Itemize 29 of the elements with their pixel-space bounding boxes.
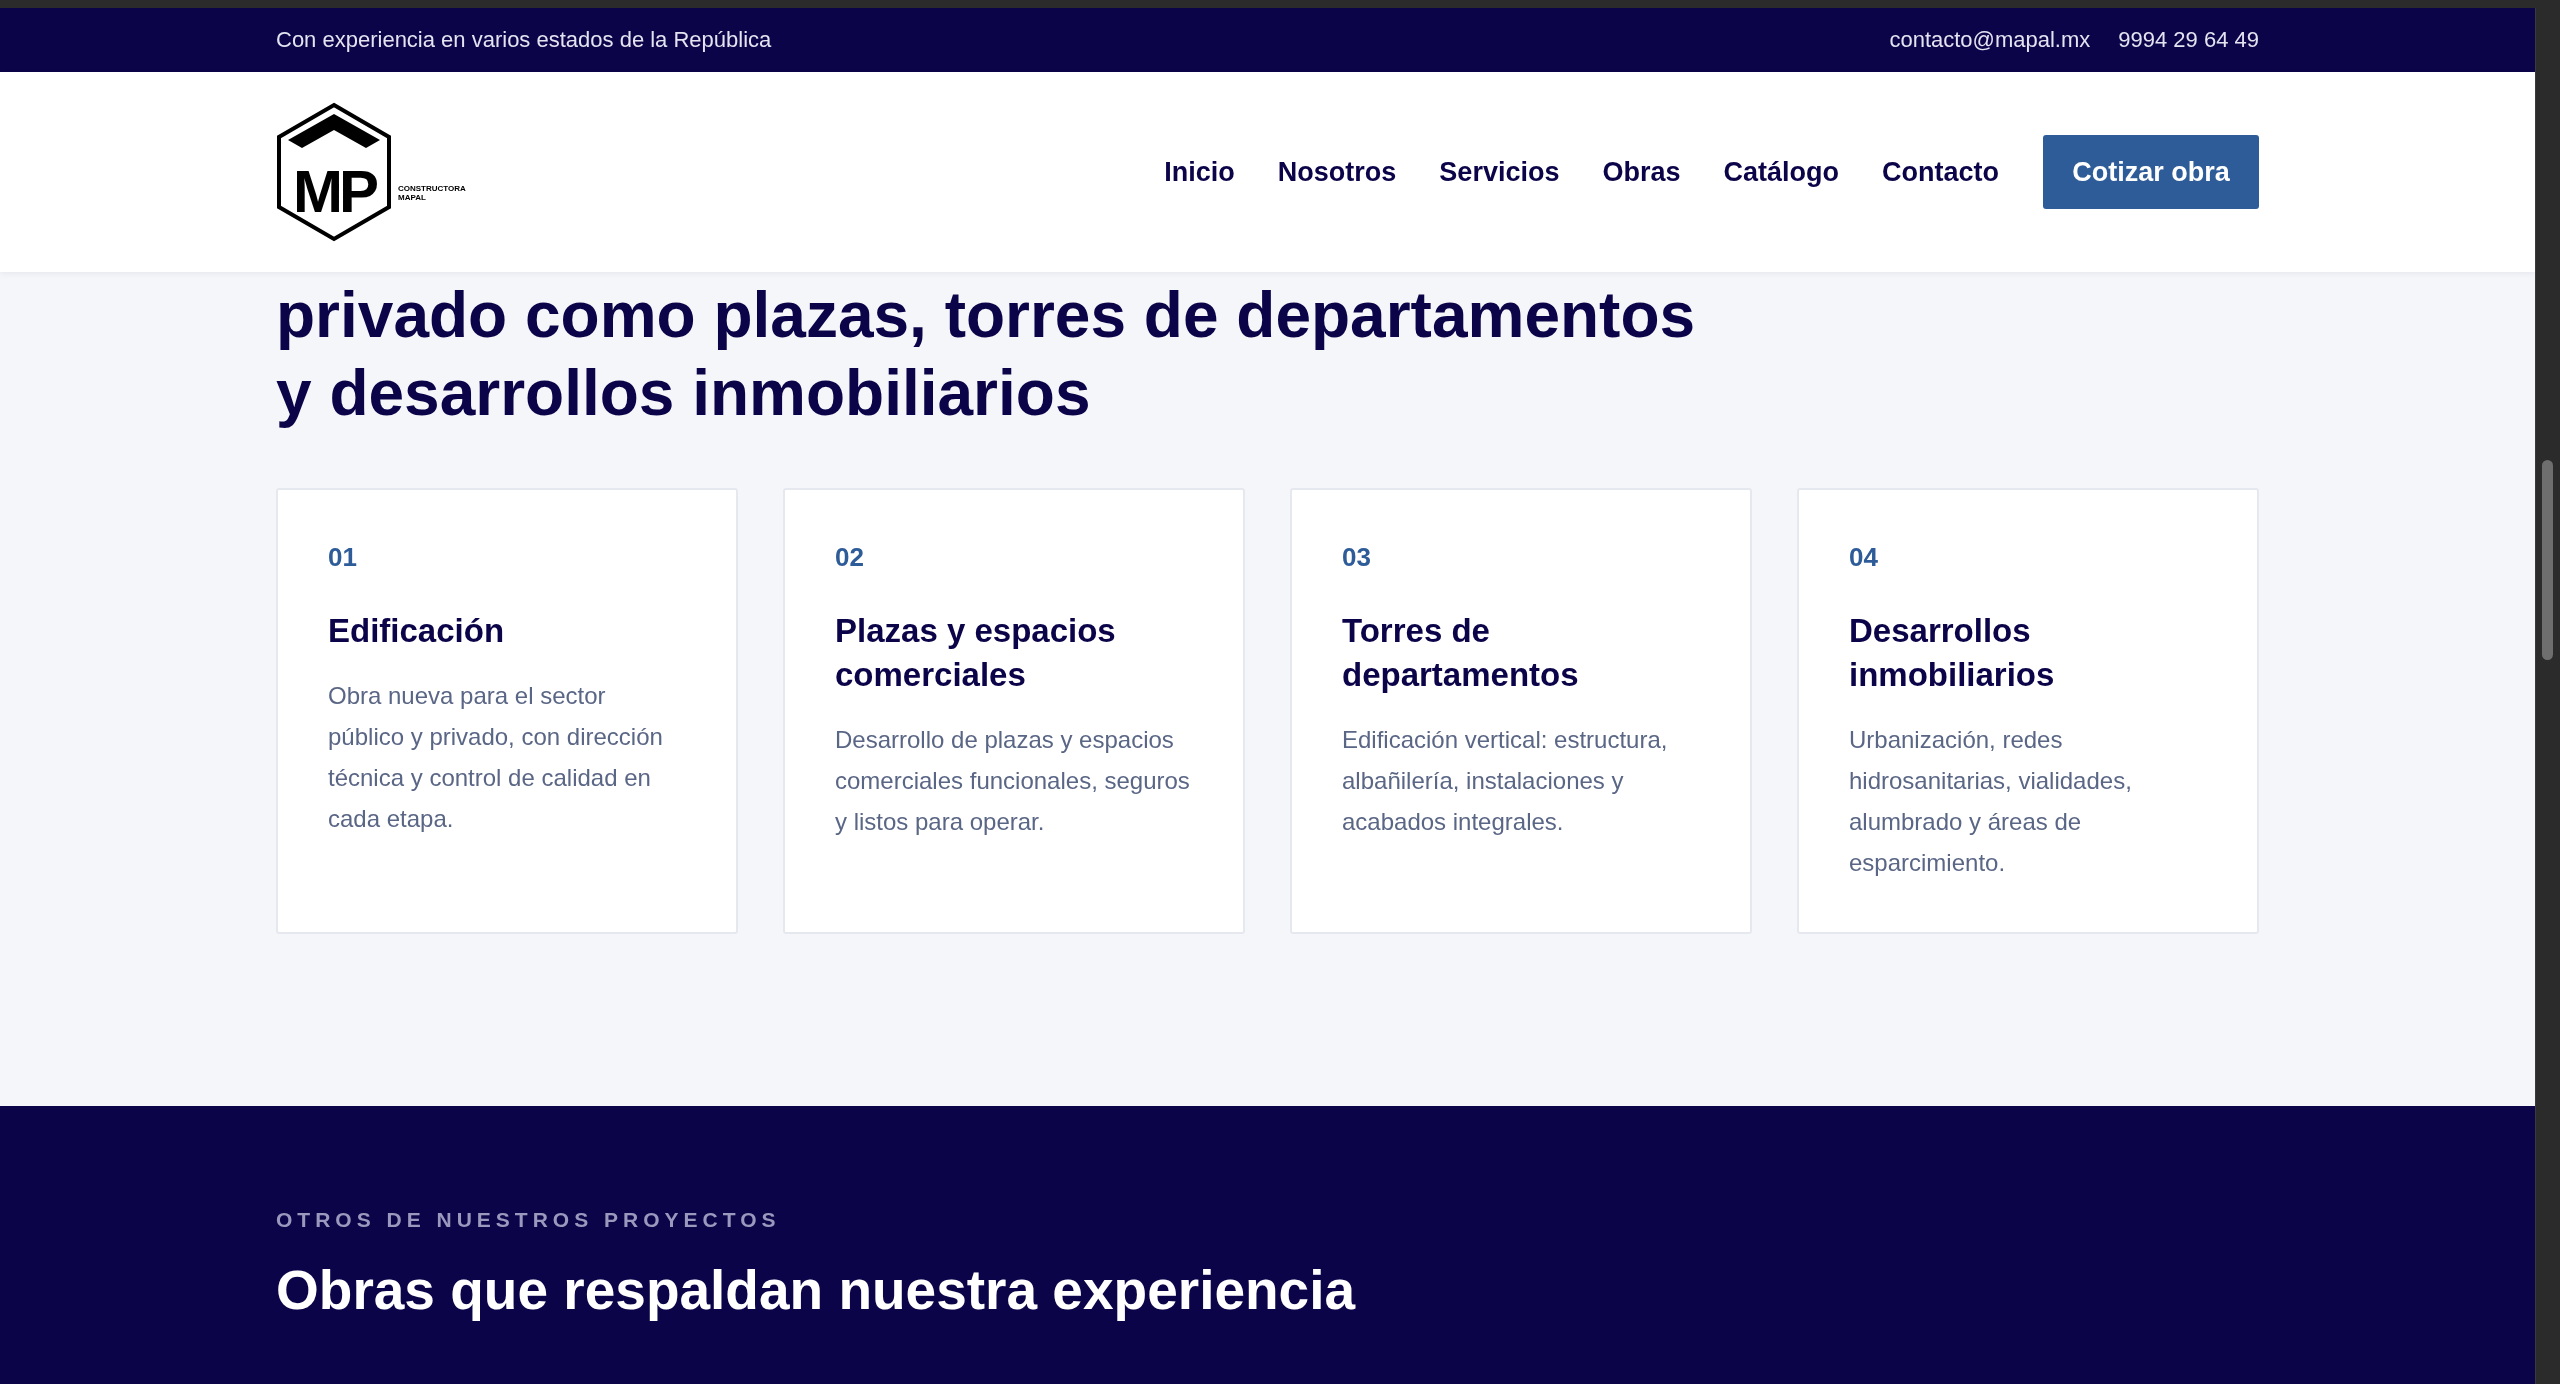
service-number: 03 — [1342, 542, 1372, 573]
email-link[interactable]: contacto@mapal.mx — [1889, 27, 2091, 53]
quote-button[interactable]: Cotizar obra — [2043, 135, 2259, 209]
company-name: CONSTRUCTORA MAPAL — [398, 184, 466, 202]
nav-link[interactable]: Servicios — [1439, 156, 1560, 188]
section-eyebrow: OTROS DE NUESTROS PROYECTOS — [276, 1208, 782, 1232]
projects-heading: Obras que respaldan nuestra experiencia — [276, 1258, 1357, 1322]
logo-icon: MP — [276, 102, 392, 242]
nav-link[interactable]: Nosotros — [1277, 156, 1397, 188]
service-description: Urbanización, redes hidrosanitarias, vialidades, alumbrado y áreas de esparcimiento. — [1849, 725, 2133, 878]
nav-link[interactable]: Obras — [1602, 156, 1681, 188]
service-title: Desarrollos inmobiliarios — [1849, 611, 2056, 695]
service-description: Edificación vertical: estructura, albañilería, instalaciones y acabados integrales. — [1342, 725, 1669, 837]
scrollbar-thumb[interactable] — [2542, 460, 2553, 660]
service-title: Edificación — [328, 611, 506, 651]
service-number: 02 — [835, 542, 865, 573]
phone-number[interactable]: 9994 29 64 49 — [2118, 27, 2259, 53]
nav-link[interactable]: Catálogo — [1723, 156, 1839, 188]
service-title: Torres de departamentos — [1342, 611, 1580, 695]
nav-link[interactable]: Inicio — [1164, 156, 1235, 188]
section-heading: y desarrollos inmobiliarios — [276, 356, 1092, 431]
service-number: 04 — [1849, 542, 1879, 573]
nav-link[interactable]: Contacto — [1882, 156, 1999, 188]
service-title: Plazas y espacios comerciales — [835, 611, 1117, 695]
service-number: 01 — [328, 542, 358, 573]
service-description: Desarrollo de plazas y espacios comerciales funcionales, seguros y listos para operar. — [835, 725, 1191, 837]
tagline: Con experiencia en varios estados de la República — [276, 27, 772, 53]
section-heading: privado como plazas, torres de departamentos — [276, 278, 1697, 353]
service-description: Obra nueva para el sector público y privado, con dirección técnica y control de calidad en cada etapa. — [328, 681, 664, 834]
